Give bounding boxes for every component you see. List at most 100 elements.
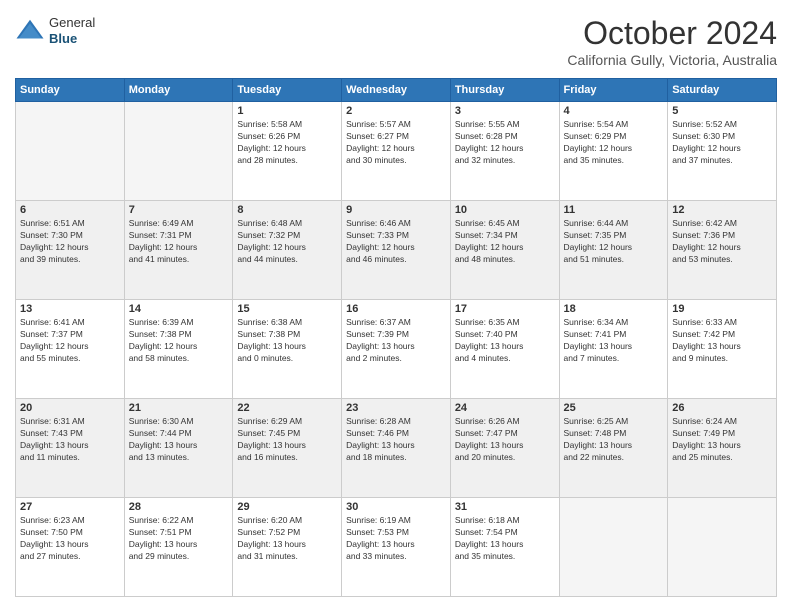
calendar-week-row: 6 Sunrise: 6:51 AM Sunset: 7:30 PM Daylig…	[16, 201, 777, 300]
day-number: 14	[129, 303, 229, 315]
col-sunday: Sunday	[16, 79, 125, 102]
day-detail: Sunrise: 6:24 AM Sunset: 7:49 PM Dayligh…	[672, 416, 772, 464]
day-detail: Sunrise: 6:28 AM Sunset: 7:46 PM Dayligh…	[346, 416, 446, 464]
table-row: 22 Sunrise: 6:29 AM Sunset: 7:45 PM Dayli…	[233, 399, 342, 498]
day-number: 10	[455, 204, 555, 216]
col-monday: Monday	[124, 79, 233, 102]
day-number: 4	[564, 105, 664, 117]
table-row: 13 Sunrise: 6:41 AM Sunset: 7:37 PM Dayli…	[16, 300, 125, 399]
day-detail: Sunrise: 6:37 AM Sunset: 7:39 PM Dayligh…	[346, 317, 446, 365]
title-block: October 2024 California Gully, Victoria,…	[567, 15, 777, 68]
day-number: 7	[129, 204, 229, 216]
table-row: 24 Sunrise: 6:26 AM Sunset: 7:47 PM Dayli…	[450, 399, 559, 498]
table-row: 14 Sunrise: 6:39 AM Sunset: 7:38 PM Dayli…	[124, 300, 233, 399]
logo-icon	[15, 16, 45, 46]
calendar-week-row: 27Sunrise: 6:23 AM Sunset: 7:50 PM Dayli…	[16, 498, 777, 597]
table-row	[124, 102, 233, 201]
table-row: 26Sunrise: 6:24 AM Sunset: 7:49 PM Dayli…	[668, 399, 777, 498]
calendar-week-row: 13 Sunrise: 6:41 AM Sunset: 7:37 PM Dayli…	[16, 300, 777, 399]
table-row: 19Sunrise: 6:33 AM Sunset: 7:42 PM Dayli…	[668, 300, 777, 399]
day-detail: Sunrise: 6:31 AM Sunset: 7:43 PM Dayligh…	[20, 416, 120, 464]
day-detail: Sunrise: 6:29 AM Sunset: 7:45 PM Dayligh…	[237, 416, 337, 464]
calendar-week-row: 20 Sunrise: 6:31 AM Sunset: 7:43 PM Dayli…	[16, 399, 777, 498]
day-detail: Sunrise: 6:44 AM Sunset: 7:35 PM Dayligh…	[564, 218, 664, 266]
col-saturday: Saturday	[668, 79, 777, 102]
day-number: 5	[672, 105, 772, 117]
day-detail: Sunrise: 6:34 AM Sunset: 7:41 PM Dayligh…	[564, 317, 664, 365]
logo-general: General	[49, 15, 95, 31]
page: General Blue October 2024 California Gul…	[0, 0, 792, 612]
logo: General Blue	[15, 15, 95, 46]
day-detail: Sunrise: 6:33 AM Sunset: 7:42 PM Dayligh…	[672, 317, 772, 365]
day-number: 6	[20, 204, 120, 216]
table-row: 18Sunrise: 6:34 AM Sunset: 7:41 PM Dayli…	[559, 300, 668, 399]
day-number: 23	[346, 402, 446, 414]
day-detail: Sunrise: 6:51 AM Sunset: 7:30 PM Dayligh…	[20, 218, 120, 266]
day-detail: Sunrise: 6:42 AM Sunset: 7:36 PM Dayligh…	[672, 218, 772, 266]
table-row: 15 Sunrise: 6:38 AM Sunset: 7:38 PM Dayli…	[233, 300, 342, 399]
day-detail: Sunrise: 5:54 AM Sunset: 6:29 PM Dayligh…	[564, 119, 664, 167]
day-number: 13	[20, 303, 120, 315]
day-number: 31	[455, 501, 555, 513]
table-row	[668, 498, 777, 597]
day-detail: Sunrise: 6:41 AM Sunset: 7:37 PM Dayligh…	[20, 317, 120, 365]
table-row: 29 Sunrise: 6:20 AM Sunset: 7:52 PM Dayli…	[233, 498, 342, 597]
table-row: 16 Sunrise: 6:37 AM Sunset: 7:39 PM Dayli…	[342, 300, 451, 399]
table-row: 11Sunrise: 6:44 AM Sunset: 7:35 PM Dayli…	[559, 201, 668, 300]
day-detail: Sunrise: 6:20 AM Sunset: 7:52 PM Dayligh…	[237, 515, 337, 563]
day-detail: Sunrise: 6:48 AM Sunset: 7:32 PM Dayligh…	[237, 218, 337, 266]
header: General Blue October 2024 California Gul…	[15, 15, 777, 68]
day-detail: Sunrise: 6:30 AM Sunset: 7:44 PM Dayligh…	[129, 416, 229, 464]
logo-blue: Blue	[49, 31, 95, 47]
table-row: 3 Sunrise: 5:55 AM Sunset: 6:28 PM Daylig…	[450, 102, 559, 201]
day-number: 27	[20, 501, 120, 513]
col-wednesday: Wednesday	[342, 79, 451, 102]
table-row: 7 Sunrise: 6:49 AM Sunset: 7:31 PM Daylig…	[124, 201, 233, 300]
table-row: 31 Sunrise: 6:18 AM Sunset: 7:54 PM Dayli…	[450, 498, 559, 597]
day-number: 15	[237, 303, 337, 315]
calendar-week-row: 1Sunrise: 5:58 AM Sunset: 6:26 PM Daylig…	[16, 102, 777, 201]
day-detail: Sunrise: 6:39 AM Sunset: 7:38 PM Dayligh…	[129, 317, 229, 365]
table-row: 9Sunrise: 6:46 AM Sunset: 7:33 PM Daylig…	[342, 201, 451, 300]
table-row: 27Sunrise: 6:23 AM Sunset: 7:50 PM Dayli…	[16, 498, 125, 597]
col-thursday: Thursday	[450, 79, 559, 102]
col-friday: Friday	[559, 79, 668, 102]
day-number: 9	[346, 204, 446, 216]
day-number: 3	[455, 105, 555, 117]
table-row: 6 Sunrise: 6:51 AM Sunset: 7:30 PM Daylig…	[16, 201, 125, 300]
day-number: 24	[455, 402, 555, 414]
day-detail: Sunrise: 5:55 AM Sunset: 6:28 PM Dayligh…	[455, 119, 555, 167]
calendar-table: Sunday Monday Tuesday Wednesday Thursday…	[15, 78, 777, 597]
day-detail: Sunrise: 5:57 AM Sunset: 6:27 PM Dayligh…	[346, 119, 446, 167]
day-number: 21	[129, 402, 229, 414]
col-tuesday: Tuesday	[233, 79, 342, 102]
day-number: 22	[237, 402, 337, 414]
day-detail: Sunrise: 6:25 AM Sunset: 7:48 PM Dayligh…	[564, 416, 664, 464]
day-number: 17	[455, 303, 555, 315]
table-row: 23 Sunrise: 6:28 AM Sunset: 7:46 PM Dayli…	[342, 399, 451, 498]
table-row: 17 Sunrise: 6:35 AM Sunset: 7:40 PM Dayli…	[450, 300, 559, 399]
table-row: 12 Sunrise: 6:42 AM Sunset: 7:36 PM Dayli…	[668, 201, 777, 300]
table-row: 5 Sunrise: 5:52 AM Sunset: 6:30 PM Daylig…	[668, 102, 777, 201]
table-row: 4 Sunrise: 5:54 AM Sunset: 6:29 PM Daylig…	[559, 102, 668, 201]
day-detail: Sunrise: 6:26 AM Sunset: 7:47 PM Dayligh…	[455, 416, 555, 464]
table-row: 25 Sunrise: 6:25 AM Sunset: 7:48 PM Dayli…	[559, 399, 668, 498]
day-number: 25	[564, 402, 664, 414]
table-row: 20 Sunrise: 6:31 AM Sunset: 7:43 PM Dayli…	[16, 399, 125, 498]
page-subtitle: California Gully, Victoria, Australia	[567, 52, 777, 68]
day-detail: Sunrise: 6:18 AM Sunset: 7:54 PM Dayligh…	[455, 515, 555, 563]
day-number: 30	[346, 501, 446, 513]
table-row: 8Sunrise: 6:48 AM Sunset: 7:32 PM Daylig…	[233, 201, 342, 300]
day-number: 20	[20, 402, 120, 414]
day-detail: Sunrise: 6:38 AM Sunset: 7:38 PM Dayligh…	[237, 317, 337, 365]
day-detail: Sunrise: 6:49 AM Sunset: 7:31 PM Dayligh…	[129, 218, 229, 266]
day-number: 12	[672, 204, 772, 216]
day-number: 29	[237, 501, 337, 513]
day-detail: Sunrise: 5:52 AM Sunset: 6:30 PM Dayligh…	[672, 119, 772, 167]
day-number: 2	[346, 105, 446, 117]
day-number: 16	[346, 303, 446, 315]
table-row: 2 Sunrise: 5:57 AM Sunset: 6:27 PM Daylig…	[342, 102, 451, 201]
table-row	[559, 498, 668, 597]
day-detail: Sunrise: 6:35 AM Sunset: 7:40 PM Dayligh…	[455, 317, 555, 365]
page-title: October 2024	[567, 15, 777, 52]
